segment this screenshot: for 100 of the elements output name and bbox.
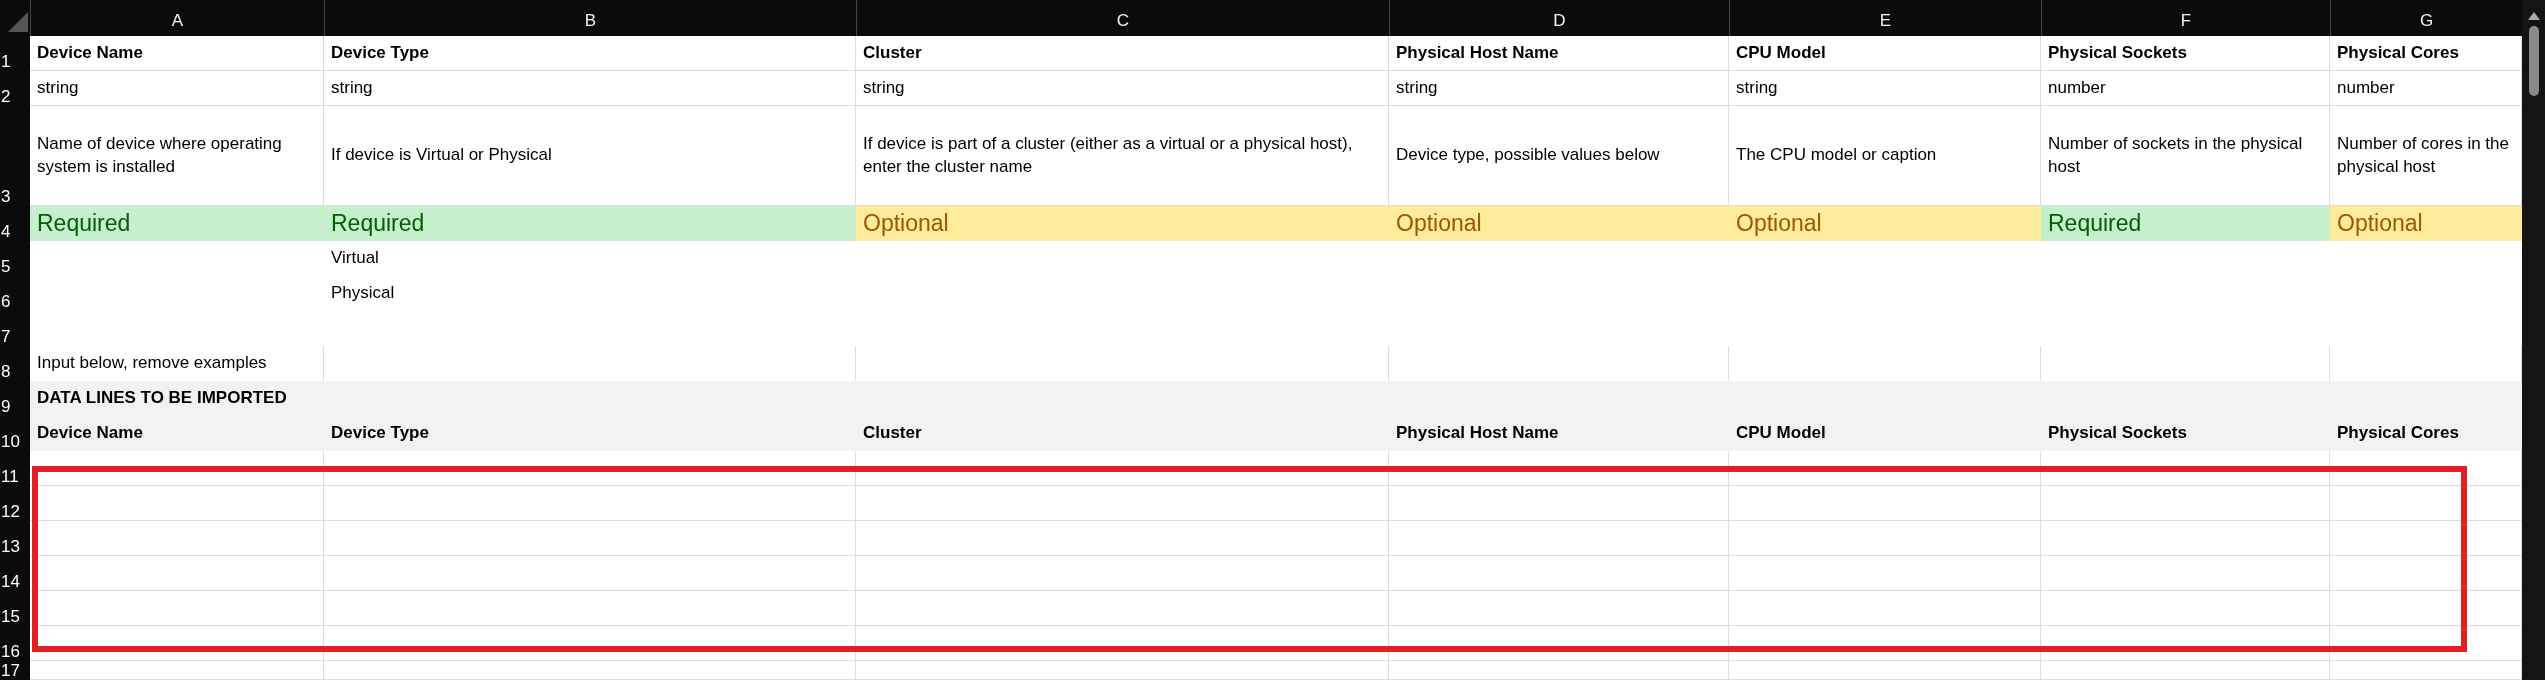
table-cell-text: Virtual bbox=[330, 247, 380, 270]
row-number[interactable]: 15 bbox=[0, 591, 30, 626]
column-header[interactable]: F bbox=[2041, 0, 2330, 36]
row-number[interactable]: 11 bbox=[0, 451, 30, 486]
empty-cell[interactable] bbox=[324, 521, 856, 556]
empty-cell[interactable] bbox=[2330, 521, 2522, 556]
empty-cell[interactable] bbox=[856, 556, 1389, 591]
table-cell: string bbox=[1389, 71, 1729, 106]
empty-cell[interactable] bbox=[1729, 661, 2041, 680]
section-title: DATA LINES TO BE IMPORTED bbox=[30, 381, 2522, 416]
row-number[interactable]: 10 bbox=[0, 416, 30, 451]
empty-cell[interactable] bbox=[2041, 451, 2330, 486]
empty-cell[interactable] bbox=[1389, 521, 1729, 556]
empty-cell[interactable] bbox=[856, 661, 1389, 680]
table-cell: string bbox=[324, 71, 856, 106]
row-number[interactable]: 7 bbox=[0, 311, 30, 346]
column-header[interactable]: B bbox=[324, 0, 856, 36]
table-cell: Cluster bbox=[856, 416, 1389, 451]
row-number[interactable]: 16 bbox=[0, 626, 30, 661]
empty-cell[interactable] bbox=[324, 451, 856, 486]
row-number[interactable]: 9 bbox=[0, 381, 30, 416]
column-header[interactable]: C bbox=[856, 0, 1389, 36]
empty-cell[interactable] bbox=[324, 556, 856, 591]
empty-cell[interactable] bbox=[856, 626, 1389, 661]
table-cell: Device Type bbox=[324, 416, 856, 451]
row-number[interactable]: 8 bbox=[0, 346, 30, 381]
table-cell: CPU Model bbox=[1729, 416, 2041, 451]
empty-cell[interactable] bbox=[856, 521, 1389, 556]
empty-cell[interactable] bbox=[2330, 591, 2522, 626]
row-number[interactable]: 13 bbox=[0, 521, 30, 556]
table-cell: number bbox=[2041, 71, 2330, 106]
row-number[interactable]: 4 bbox=[0, 206, 30, 241]
empty-cell[interactable] bbox=[324, 591, 856, 626]
select-all-icon[interactable] bbox=[8, 12, 28, 32]
empty-cell[interactable] bbox=[1729, 626, 2041, 661]
table-cell: Device Type bbox=[324, 36, 856, 71]
column-header[interactable]: D bbox=[1389, 0, 1729, 36]
empty-cell[interactable] bbox=[1389, 591, 1729, 626]
empty-cell[interactable] bbox=[856, 486, 1389, 521]
empty-cell[interactable] bbox=[1389, 556, 1729, 591]
requirement-cell: Optional bbox=[856, 206, 1389, 241]
empty-cell[interactable] bbox=[2041, 486, 2330, 521]
requirement-cell: Optional bbox=[1729, 206, 2041, 241]
scrollbar-thumb[interactable] bbox=[2528, 26, 2539, 96]
requirement-cell: Required bbox=[2041, 206, 2330, 241]
requirement-cell: Optional bbox=[2330, 206, 2522, 241]
row-number[interactable]: 17 bbox=[0, 661, 30, 680]
empty-cell[interactable] bbox=[1729, 521, 2041, 556]
empty-cell[interactable] bbox=[2041, 591, 2330, 626]
scroll-up-icon[interactable] bbox=[2527, 12, 2540, 20]
scrollbar[interactable] bbox=[2522, 0, 2545, 680]
column-header[interactable]: G bbox=[2330, 0, 2522, 36]
column-header[interactable]: A bbox=[30, 0, 324, 36]
table-cell: Physical Cores bbox=[2330, 416, 2522, 451]
empty-cell[interactable] bbox=[324, 661, 856, 680]
empty-cell[interactable] bbox=[2330, 486, 2522, 521]
empty-cell[interactable] bbox=[1389, 626, 1729, 661]
empty-cell[interactable] bbox=[856, 591, 1389, 626]
empty-cell[interactable] bbox=[1729, 556, 2041, 591]
empty-cell[interactable] bbox=[2330, 661, 2522, 680]
row-number[interactable]: 12 bbox=[0, 486, 30, 521]
table-cell: CPU Model bbox=[1729, 36, 2041, 71]
row-number[interactable]: 3 bbox=[0, 106, 30, 206]
empty-cell[interactable] bbox=[2041, 521, 2330, 556]
table-cell: string bbox=[1729, 71, 2041, 106]
table-cell: Device Name bbox=[30, 416, 324, 451]
table-cell: Physical Host Name bbox=[1389, 36, 1729, 71]
table-cell: Physical Cores bbox=[2330, 36, 2522, 71]
table-cell-text: Physical bbox=[330, 282, 396, 305]
table-cell: string bbox=[30, 71, 324, 106]
empty-cell[interactable] bbox=[2041, 556, 2330, 591]
row-number[interactable]: 6 bbox=[0, 276, 30, 311]
empty-cell[interactable] bbox=[1389, 486, 1729, 521]
empty-cell[interactable] bbox=[2041, 626, 2330, 661]
table-cell: Physical Sockets bbox=[2041, 416, 2330, 451]
empty-cell[interactable] bbox=[1729, 591, 2041, 626]
table-cell: Physical Sockets bbox=[2041, 36, 2330, 71]
empty-cell[interactable] bbox=[1729, 451, 2041, 486]
row-number[interactable]: 14 bbox=[0, 556, 30, 591]
row-number[interactable]: 2 bbox=[0, 71, 30, 106]
table-cell: Device Name bbox=[30, 36, 324, 71]
requirement-cell: Optional bbox=[1389, 206, 1729, 241]
requirement-cell: Required bbox=[324, 206, 856, 241]
empty-cell[interactable] bbox=[856, 451, 1389, 486]
table-cell: Cluster bbox=[856, 36, 1389, 71]
empty-cell[interactable] bbox=[1389, 451, 1729, 486]
column-header[interactable]: E bbox=[1729, 0, 2041, 36]
empty-cell[interactable] bbox=[324, 626, 856, 661]
row-number[interactable]: 1 bbox=[0, 36, 30, 71]
empty-cell[interactable] bbox=[2041, 661, 2330, 680]
empty-cell[interactable] bbox=[2330, 451, 2522, 486]
requirement-cell: Required bbox=[30, 206, 324, 241]
table-cell: number bbox=[2330, 71, 2522, 106]
row-number[interactable]: 5 bbox=[0, 241, 30, 276]
empty-cell[interactable] bbox=[324, 486, 856, 521]
empty-cell[interactable] bbox=[2330, 626, 2522, 661]
empty-cell[interactable] bbox=[1389, 661, 1729, 680]
table-cell: Physical Host Name bbox=[1389, 416, 1729, 451]
empty-cell[interactable] bbox=[2330, 556, 2522, 591]
empty-cell[interactable] bbox=[1729, 486, 2041, 521]
